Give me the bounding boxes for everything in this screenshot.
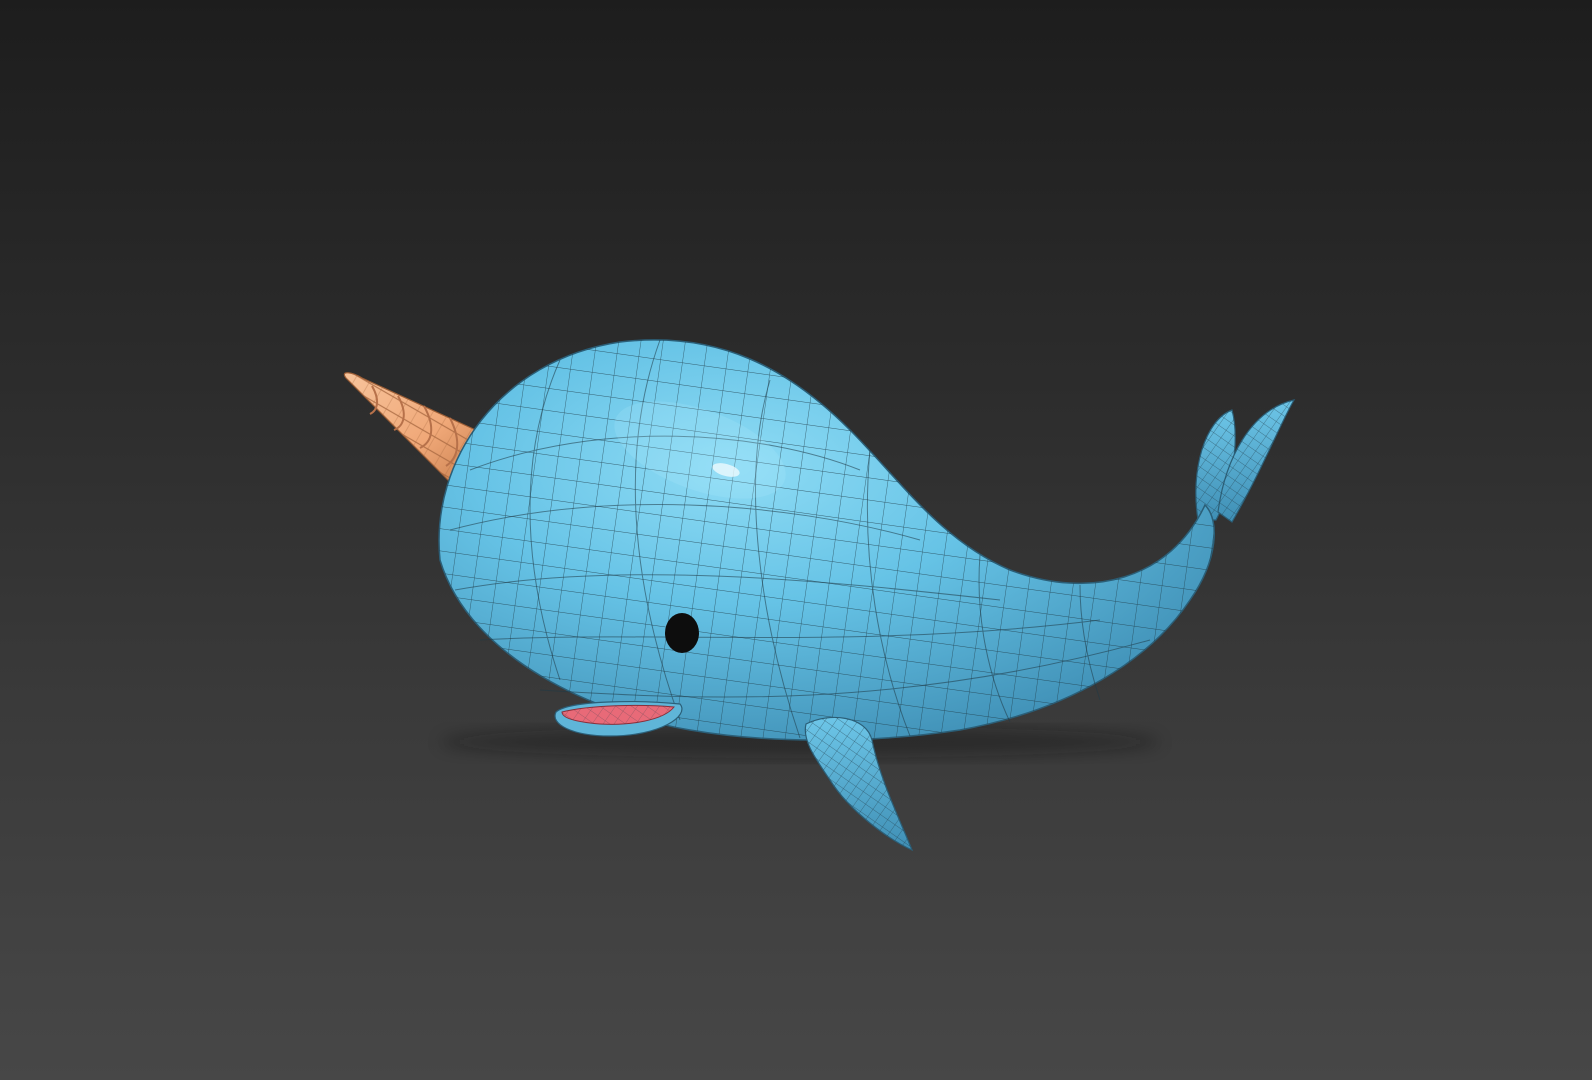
narwhal-tail [1195, 399, 1296, 523]
3d-viewport[interactable] [0, 0, 1592, 1080]
narwhal-body [438, 339, 1215, 741]
narwhal-eye [665, 613, 699, 653]
narwhal-model-scene[interactable] [0, 0, 1592, 1080]
